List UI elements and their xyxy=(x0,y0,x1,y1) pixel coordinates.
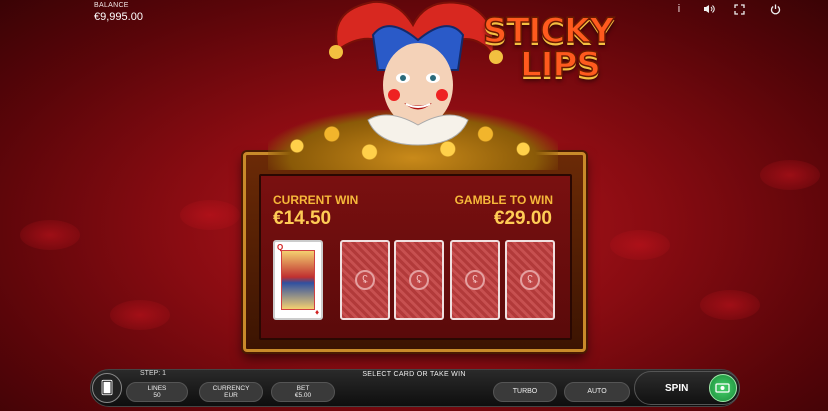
info-icon[interactable]: i xyxy=(672,2,686,16)
turbo-label: TURBO xyxy=(512,387,538,395)
lip-decoration xyxy=(760,160,820,190)
card-back[interactable]: ʢ xyxy=(450,240,500,320)
queen-artwork xyxy=(281,250,315,310)
current-win-value: €14.50 xyxy=(273,208,332,229)
lip-decoration xyxy=(180,200,240,230)
card-suit: ♦ xyxy=(314,308,319,317)
bet-label: BET xyxy=(296,384,310,392)
game-logo: STICKY LIPS xyxy=(480,11,616,85)
revealed-card: Q ♦ xyxy=(273,240,323,320)
lines-value: 50 xyxy=(153,392,161,399)
card-emblem-icon: ʢ xyxy=(520,270,540,290)
gamble-to-win-label: GAMBLE TO WIN xyxy=(454,193,553,207)
lip-decoration xyxy=(20,220,80,250)
fullscreen-icon[interactable] xyxy=(732,2,746,16)
card-emblem-icon: ʢ xyxy=(409,270,429,290)
bet-value: €5.00 xyxy=(294,392,312,399)
sound-icon[interactable] xyxy=(702,2,716,16)
lip-decoration xyxy=(700,290,760,320)
card-back[interactable]: ʢ xyxy=(505,240,555,320)
card-emblem-icon: ʢ xyxy=(465,270,485,290)
card-back[interactable]: ʢ xyxy=(394,240,444,320)
power-icon[interactable] xyxy=(768,2,782,16)
top-controls: i xyxy=(672,2,780,16)
logo-line2: LIPS xyxy=(519,45,601,85)
turbo-button[interactable]: TURBO xyxy=(493,382,557,402)
logo-line1: STICKY xyxy=(482,11,615,51)
cash-icon xyxy=(709,374,737,402)
currency-button[interactable]: CURRENCY EUR xyxy=(199,382,263,402)
balance-display: BALANCE €9,995.00 xyxy=(94,2,143,23)
card-back[interactable]: ʢ xyxy=(340,240,390,320)
auto-label: AUTO xyxy=(587,387,607,395)
current-win-label: CURRENT WIN xyxy=(273,193,359,207)
card-emblem-icon: ʢ xyxy=(355,270,375,290)
lines-button[interactable]: LINES 50 xyxy=(126,382,188,402)
balance-label: BALANCE xyxy=(94,2,129,9)
bet-button[interactable]: BET €5.00 xyxy=(271,382,335,402)
lip-decoration xyxy=(110,300,170,330)
spin-label: SPIN xyxy=(665,383,689,394)
lip-decoration xyxy=(610,230,670,260)
spin-button[interactable]: SPIN xyxy=(634,371,740,405)
currency-value: EUR xyxy=(224,392,238,399)
currency-label: CURRENCY xyxy=(212,384,250,392)
lines-label: LINES xyxy=(147,384,167,392)
balance-value: €9,995.00 xyxy=(94,11,143,23)
gamble-to-win-value: €29.00 xyxy=(493,208,552,229)
auto-button[interactable]: AUTO xyxy=(564,382,630,402)
